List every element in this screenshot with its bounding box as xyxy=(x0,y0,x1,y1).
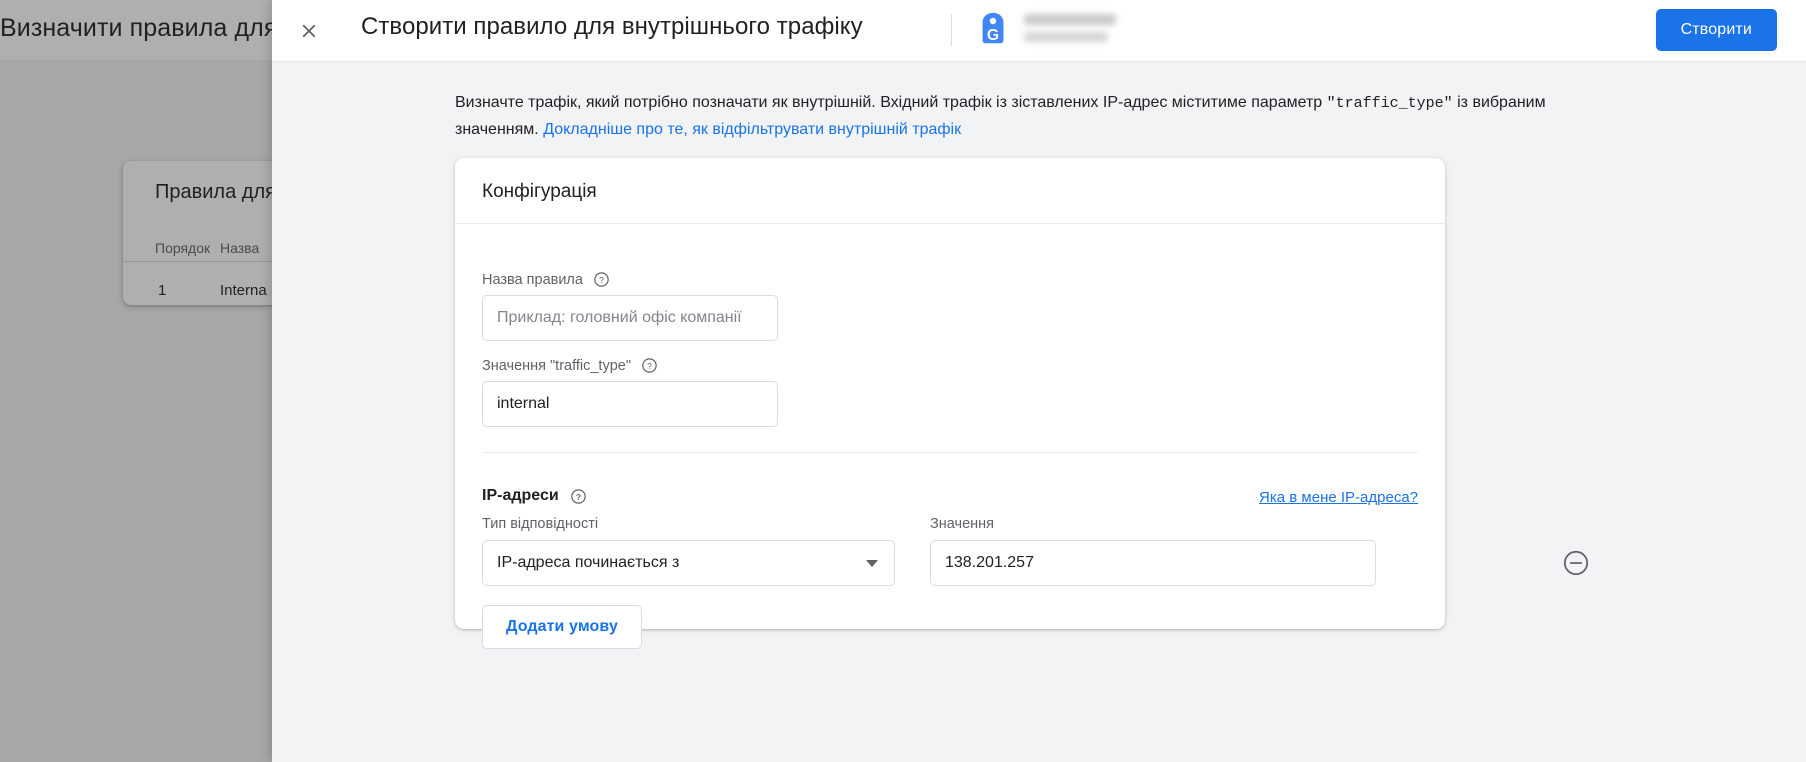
background-cell-order: 1 xyxy=(158,282,167,299)
match-type-select[interactable]: IP-адреса починається з xyxy=(482,540,895,586)
screen: Визначити правила для Правила для Порядо… xyxy=(0,0,1806,762)
configuration-divider xyxy=(455,223,1445,224)
property-name-line-2 xyxy=(1024,32,1108,42)
rule-name-label-group: Назва правила ? xyxy=(482,271,610,288)
header-divider xyxy=(951,14,952,46)
ip-section-title-group: IP-адреси ? xyxy=(482,487,587,505)
help-circle-icon[interactable]: ? xyxy=(570,488,587,505)
learn-more-link[interactable]: Докладніше про те, як відфільтрувати вну… xyxy=(543,121,961,138)
svg-text:?: ? xyxy=(599,275,604,285)
create-rule-modal: Створити правило для внутрішнього трафік… xyxy=(272,0,1806,762)
create-button[interactable]: Створити xyxy=(1655,9,1777,51)
modal-body: Визначте трафік, який потрібно позначати… xyxy=(272,62,1806,762)
configuration-card: Конфігурація Назва правила ? Значення xyxy=(455,158,1589,649)
background-page-title: Визначити правила для xyxy=(0,14,278,42)
property-name-line-1 xyxy=(1024,14,1116,25)
close-icon xyxy=(302,24,316,38)
chevron-down-icon xyxy=(866,559,878,567)
what-is-my-ip-link[interactable]: Яка в мене IP-адреса? xyxy=(1259,489,1418,506)
add-condition-button[interactable]: Додати умову xyxy=(482,605,642,649)
background-cell-name: Interna xyxy=(220,282,267,299)
remove-condition-button[interactable] xyxy=(1562,549,1590,577)
svg-text:?: ? xyxy=(576,491,581,501)
svg-text:G: G xyxy=(987,27,999,44)
configuration-title: Конфігурація xyxy=(482,181,597,202)
rule-name-input[interactable] xyxy=(482,295,778,341)
close-button[interactable] xyxy=(290,12,328,50)
google-analytics-tag-icon: G xyxy=(974,11,1012,49)
traffic-type-label: Значення "traffic_type" xyxy=(482,357,631,374)
modal-title: Створити правило для внутрішнього трафік… xyxy=(361,13,863,40)
background-column-order: Порядок xyxy=(155,240,211,256)
ip-section-title: IP-адреси xyxy=(482,487,559,504)
match-type-label: Тип відповідності xyxy=(482,516,599,532)
modal-header: Створити правило для внутрішнього трафік… xyxy=(272,0,1806,62)
ip-value-input[interactable] xyxy=(930,540,1376,586)
ip-section-divider xyxy=(482,452,1418,453)
rule-name-label: Назва правила xyxy=(482,271,583,288)
traffic-type-code: "traffic_type" xyxy=(1326,95,1453,112)
modal-description: Визначте трафік, який потрібно позначати… xyxy=(455,90,1595,143)
ip-value-label: Значення xyxy=(930,516,994,532)
description-part-1: Визначте трафік, який потрібно позначати… xyxy=(455,94,1327,111)
help-circle-icon[interactable]: ? xyxy=(593,271,610,288)
background-card-title: Правила для xyxy=(155,181,276,203)
svg-text:?: ? xyxy=(647,361,652,371)
traffic-type-input[interactable] xyxy=(482,381,778,427)
property-name-redacted xyxy=(1024,12,1122,47)
background-column-name: Назва xyxy=(220,240,260,256)
help-circle-icon[interactable]: ? xyxy=(641,357,658,374)
remove-circle-icon xyxy=(1563,550,1589,576)
match-type-value: IP-адреса починається з xyxy=(497,554,680,571)
traffic-type-label-group: Значення "traffic_type" ? xyxy=(482,357,658,374)
